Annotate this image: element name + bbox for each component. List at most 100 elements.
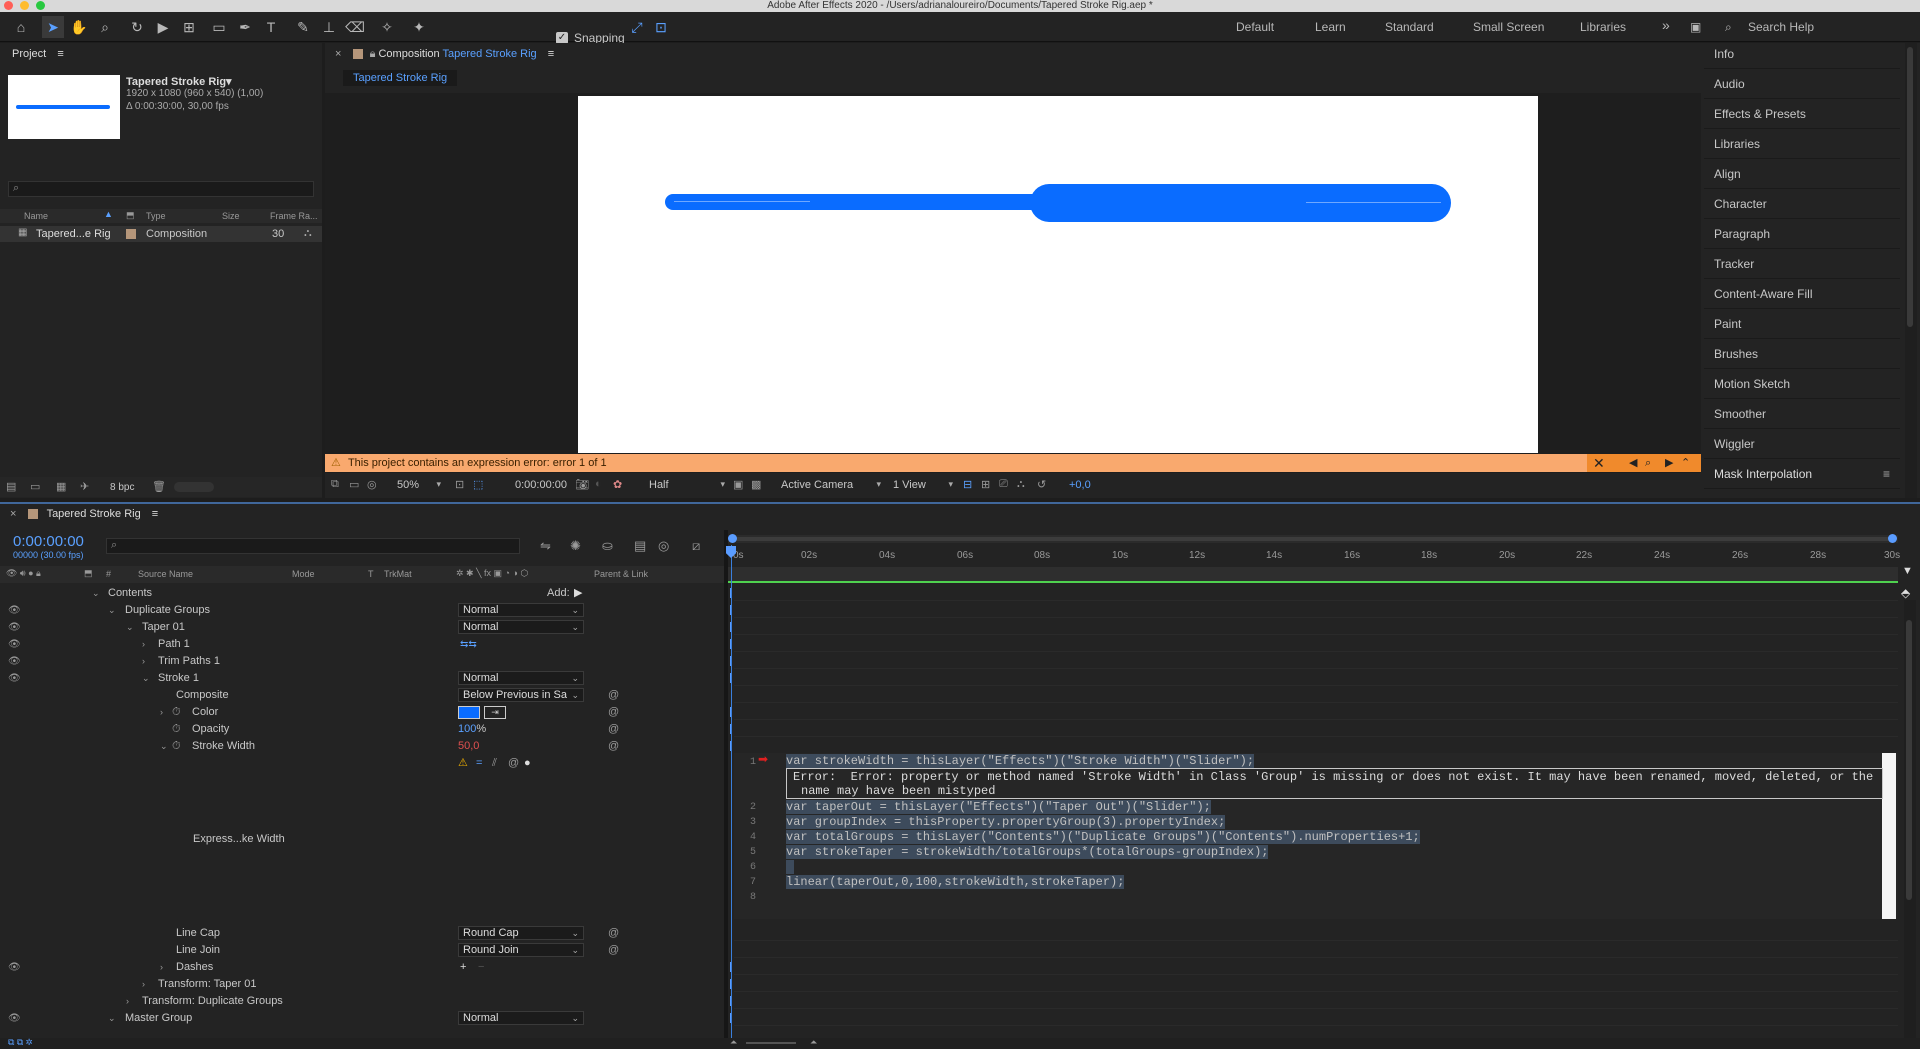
snapshot-icon[interactable]: 📷︎ (575, 478, 589, 491)
roto-brush-tool-icon[interactable]: ✧ (376, 16, 398, 38)
graph-editor-icon[interactable]: ⧄ (692, 538, 700, 554)
zoom-in-icon[interactable]: ⏶ (810, 1037, 817, 1048)
line-join-dropdown[interactable]: Round Join ⌄ (458, 943, 584, 957)
timeline-zoom-slider[interactable] (746, 1042, 796, 1044)
expression-spiral-icon[interactable]: @ (608, 721, 619, 738)
interpret-footage-icon[interactable]: ▤ (6, 480, 16, 493)
zoom-window-button[interactable] (36, 1, 45, 10)
panel-smoother[interactable]: Smoother (1704, 399, 1900, 429)
panel-mask-interpolation[interactable]: Mask Interpolation ≡ (1704, 459, 1900, 489)
bit-depth-button[interactable]: 8 bpc (110, 482, 134, 493)
clone-stamp-tool-icon[interactable]: ⊥ (318, 16, 340, 38)
row-line-cap[interactable]: Line Cap Round Cap ⌄ @ (0, 925, 724, 942)
panel-libraries[interactable]: Libraries (1704, 129, 1900, 159)
panel-content-aware-fill[interactable]: Content-Aware Fill (1704, 279, 1900, 309)
expression-pickwhip-icon[interactable]: @ (508, 755, 519, 772)
fast-draft-icon[interactable]: ⊞ (981, 478, 990, 491)
chevron-down-icon[interactable]: ⌄ (160, 738, 168, 755)
always-preview-icon[interactable]: ⧉ (331, 478, 339, 491)
path-direction-icon[interactable]: ⇆⇆ (460, 636, 477, 653)
expression-code-line[interactable]: var strokeTaper = strokeWidth/totalGroup… (786, 845, 1269, 859)
expression-editor-scrollbar[interactable] (1882, 753, 1896, 919)
label-column-icon[interactable]: ⬒ (84, 568, 93, 579)
panel-menu-icon[interactable]: ≡ (1883, 459, 1890, 489)
eraser-tool-icon[interactable]: ⌫ (344, 16, 366, 38)
expression-code-line[interactable]: var groupIndex = thisProperty.propertyGr… (786, 815, 1226, 829)
fit-icon[interactable]: ⊡ (455, 478, 464, 491)
new-folder-icon[interactable]: ▭ (30, 480, 40, 493)
reset-exposure-icon[interactable]: ↺ (1037, 478, 1046, 491)
show-snapshot-icon[interactable]: ◐ (595, 478, 602, 490)
time-ruler[interactable] (728, 545, 1898, 565)
rectangle-tool-icon[interactable]: ▭ (208, 16, 230, 38)
expression-graph-icon[interactable]: ⫽ (492, 755, 497, 772)
panel-menu-icon[interactable]: ≡ (152, 508, 158, 520)
line-cap-dropdown[interactable]: Round Cap ⌄ (458, 926, 584, 940)
thumbnail-slider[interactable] (174, 482, 214, 492)
column-size[interactable]: Size (222, 211, 240, 221)
panel-character[interactable]: Character (1704, 189, 1900, 219)
work-area-bar[interactable] (728, 534, 1898, 543)
panel-paragraph[interactable]: Paragraph (1704, 219, 1900, 249)
comp-marker-bin-icon[interactable]: ⬘ (1901, 586, 1910, 600)
opacity-value[interactable]: 100% (458, 721, 486, 738)
exposure-value[interactable]: +0,0 (1069, 479, 1091, 491)
reveal-error-icon[interactable]: ⌕ (1645, 454, 1651, 472)
eye-icon[interactable]: 👁︎ (8, 959, 21, 976)
panel-align[interactable]: Align (1704, 159, 1900, 189)
close-panel-icon[interactable]: × (10, 508, 16, 520)
expression-spiral-icon[interactable]: @ (608, 925, 619, 942)
eye-icon[interactable]: 👁︎ (8, 670, 21, 687)
eye-icon[interactable]: 👁︎ (8, 653, 21, 670)
panel-brushes[interactable]: Brushes (1704, 339, 1900, 369)
zoom-tool-icon[interactable]: ⌕ (94, 16, 116, 38)
monitor-icon[interactable]: ▭ (349, 478, 359, 491)
timeline-scrollbar[interactable] (1904, 600, 1916, 1038)
minimize-window-button[interactable] (20, 1, 29, 10)
current-time-indicator-line[interactable] (731, 545, 732, 1038)
puppet-tool-icon[interactable]: ✦ (408, 16, 430, 38)
work-area-end-handle[interactable] (1888, 534, 1897, 543)
search-help-input[interactable]: Search Help (1748, 20, 1814, 34)
expression-code-line[interactable]: var taperOut = thisLayer("Effects")("Tap… (786, 800, 1211, 814)
close-error-icon[interactable]: ✕ (1593, 454, 1605, 472)
expression-warning-icon[interactable]: ⚠ (458, 755, 468, 772)
expression-spiral-icon[interactable]: @ (608, 704, 619, 721)
row-color[interactable]: › ⏱︎ Color ⇥ @ (0, 704, 724, 721)
chevron-down-icon[interactable]: ⌄ (108, 1010, 116, 1027)
color-swatch[interactable] (458, 706, 480, 719)
column-trkmat[interactable]: TrkMat (384, 569, 412, 579)
chevron-down-icon[interactable]: ⌄ (92, 585, 100, 602)
expression-spiral-icon[interactable]: @ (608, 738, 619, 755)
draft-3d-icon[interactable]: ✺ (570, 538, 581, 554)
expression-enable-icon[interactable]: = (476, 755, 482, 772)
snap-edges-icon[interactable]: ⤢ (626, 16, 648, 38)
column-parent-link[interactable]: Parent & Link (594, 569, 648, 579)
row-trim-paths-1[interactable]: 👁︎ › Trim Paths 1 (0, 653, 724, 670)
collapse-error-icon[interactable]: ⌃ (1681, 454, 1690, 472)
transparency-grid-icon[interactable]: ▩ (751, 478, 761, 491)
frame-blending-icon[interactable]: ▤ (634, 538, 646, 554)
column-type[interactable]: Type (146, 211, 166, 221)
snap-points-icon[interactable]: ⊡ (650, 16, 672, 38)
column-name[interactable]: Name (24, 211, 48, 221)
blend-mode-dropdown[interactable]: Normal ⌄ (458, 603, 584, 617)
panel-tracker[interactable]: Tracker (1704, 249, 1900, 279)
views-dropdown[interactable]: 1 View ▾ (893, 479, 953, 491)
shy-layers-icon[interactable]: ⛀ (602, 538, 613, 554)
chevron-right-icon[interactable]: › (142, 636, 145, 653)
column-mode[interactable]: Mode (292, 569, 315, 579)
comp-mini-flowchart-icon[interactable]: ⇋ (540, 538, 551, 554)
remove-dash-icon[interactable]: − (478, 959, 484, 976)
chevron-right-icon[interactable]: › (142, 976, 145, 993)
row-contents[interactable]: ⌄ Contents Add: ▶ (0, 585, 724, 602)
adjust-project-icon[interactable]: ✈ (80, 480, 89, 493)
label-color-swatch[interactable] (126, 229, 136, 239)
expression-code-line[interactable] (786, 860, 794, 874)
chevron-right-icon[interactable]: › (126, 993, 129, 1010)
expression-error-text[interactable]: This project contains an expression erro… (348, 457, 607, 469)
row-stroke-1[interactable]: 👁︎ ⌄ Stroke 1 Normal ⌄ (0, 670, 724, 687)
lock-icon[interactable]: 🔒︎ (370, 48, 376, 60)
expression-code-line[interactable]: linear(taperOut,0,100,strokeWidth,stroke… (786, 875, 1125, 889)
timeline-icon[interactable]: ⎚ (999, 478, 1008, 491)
